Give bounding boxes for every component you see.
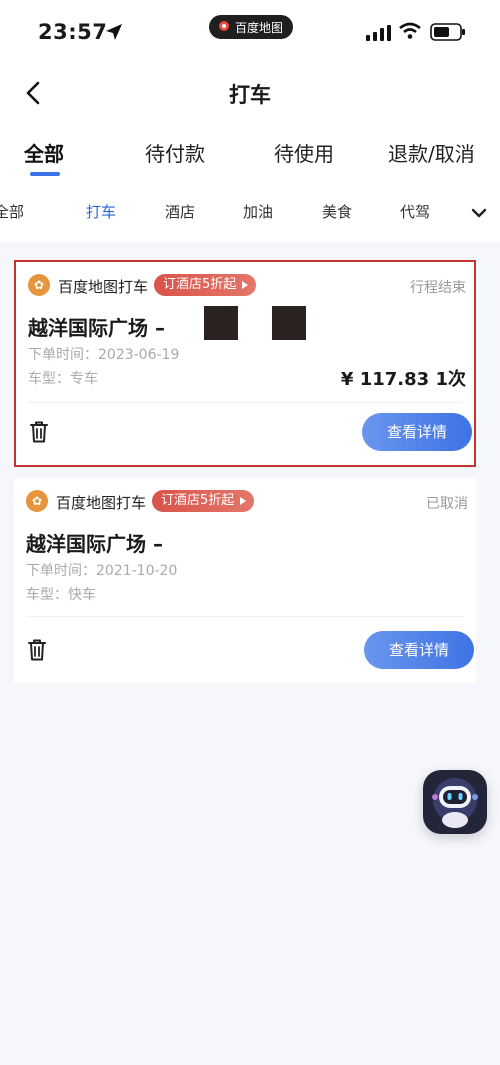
chevron-down-icon[interactable] <box>468 202 490 224</box>
order-status: 已取消 <box>426 496 468 512</box>
wifi-icon <box>399 22 421 39</box>
location-arrow-icon <box>106 24 122 40</box>
promo-badge[interactable]: 订酒店5折起 <box>154 274 257 296</box>
order-time: 下单时间：2021-10-20 <box>26 563 178 579</box>
card-divider <box>26 616 464 617</box>
tab-pending-payment[interactable]: 待付款 <box>145 138 205 167</box>
tab-refund-cancel[interactable]: 退款/取消 <box>388 138 475 167</box>
tab-to-use[interactable]: 待使用 <box>274 138 334 167</box>
brand-logo-icon: ✿ <box>28 274 50 296</box>
play-triangle-icon <box>240 497 247 505</box>
nav-bar: 打车 <box>0 64 500 122</box>
promo-badge[interactable]: 订酒店5折起 <box>152 490 255 512</box>
category-driver[interactable]: 代驾 <box>400 201 430 222</box>
signal-icon <box>366 25 391 41</box>
order-tabs: 全部 待付款 待使用 退款/取消 <box>0 122 500 184</box>
status-time: 23:57 <box>38 20 108 44</box>
map-pin-icon <box>219 21 229 31</box>
battery-icon <box>430 23 465 41</box>
category-all[interactable]: 全部 <box>0 201 24 222</box>
order-price: ¥ 117.83 1次 <box>340 369 466 390</box>
play-triangle-icon <box>242 281 249 289</box>
order-time: 下单时间：2023-06-19 <box>28 347 180 363</box>
category-fuel[interactable]: 加油 <box>243 201 273 222</box>
view-details-button[interactable]: 查看详情 <box>362 413 472 451</box>
redaction-block <box>272 306 306 340</box>
robot-icon <box>432 778 478 828</box>
order-status: 行程结束 <box>410 280 466 296</box>
app-pill-label: 百度地图 <box>235 20 284 35</box>
order-route: 越洋国际广场 – <box>26 532 163 556</box>
redaction-block <box>204 306 238 340</box>
tab-all[interactable]: 全部 <box>24 138 64 167</box>
car-type: 车型：专车 <box>28 371 98 387</box>
category-hotel[interactable]: 酒店 <box>165 201 195 222</box>
order-card[interactable]: ✿ 百度地图打车 订酒店5折起 已取消 越洋国际广场 – 下单时间：2021-1… <box>14 478 476 683</box>
card-divider <box>28 402 462 403</box>
trash-icon[interactable] <box>26 638 48 662</box>
back-to-app-pill[interactable]: 百度地图 <box>209 15 294 39</box>
status-bar: 23:57 百度地图 <box>0 0 500 64</box>
car-type: 车型：快车 <box>26 587 96 603</box>
category-food[interactable]: 美食 <box>322 201 352 222</box>
order-brand: 百度地图打车 <box>56 494 147 512</box>
assistant-robot-button[interactable] <box>423 770 487 834</box>
brand-logo-icon: ✿ <box>26 490 48 512</box>
category-taxi[interactable]: 打车 <box>86 201 116 222</box>
page-title: 打车 <box>229 83 271 107</box>
order-card[interactable]: ✿ 百度地图打车 订酒店5折起 行程结束 越洋国际广场 – 下单时间：2023-… <box>14 260 476 467</box>
order-route: 越洋国际广场 – <box>28 316 165 340</box>
active-tab-indicator <box>30 172 60 176</box>
order-brand: 百度地图打车 <box>58 278 149 296</box>
trash-icon[interactable] <box>28 420 50 444</box>
category-bar: 全部 打车 酒店 加油 美食 代驾 <box>0 184 500 242</box>
view-details-button[interactable]: 查看详情 <box>364 631 474 669</box>
